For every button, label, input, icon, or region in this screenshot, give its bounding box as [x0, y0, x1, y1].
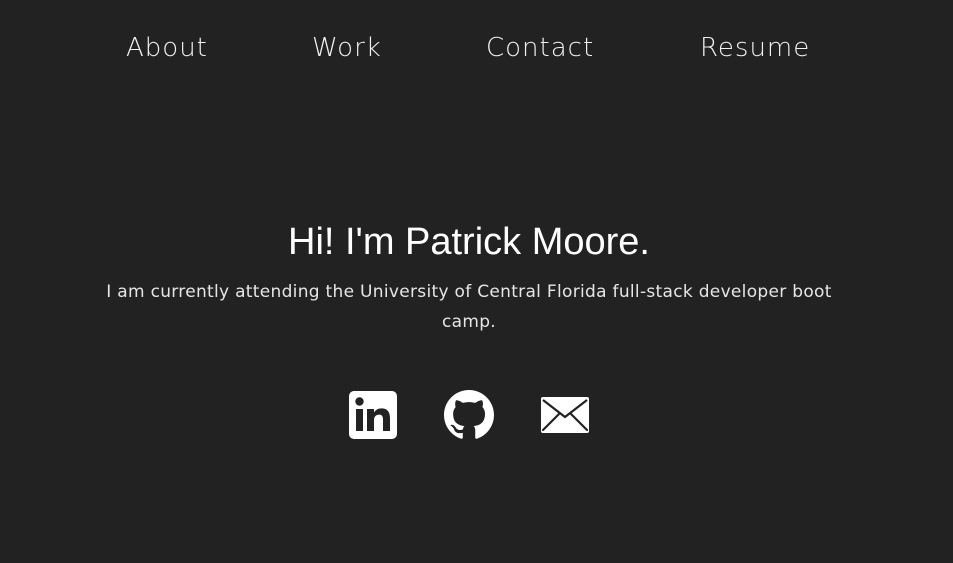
nav-about-link[interactable]: About — [126, 33, 208, 63]
main-nav: About Work Contact Resume — [0, 0, 953, 100]
github-icon — [444, 390, 494, 440]
nav-contact-link[interactable]: Contact — [486, 33, 594, 63]
hero-description: I am currently attending the University … — [106, 282, 832, 332]
linkedin-link[interactable] — [348, 390, 398, 440]
hero-title: Hi! I'm Patrick Moore. — [288, 221, 650, 263]
email-icon — [540, 390, 590, 440]
linkedin-icon — [348, 390, 398, 440]
nav-resume-link[interactable]: Resume — [700, 33, 810, 63]
nav-work-link[interactable]: Work — [312, 33, 382, 63]
email-link[interactable] — [540, 390, 590, 440]
github-link[interactable] — [444, 390, 494, 440]
social-links — [0, 390, 953, 440]
